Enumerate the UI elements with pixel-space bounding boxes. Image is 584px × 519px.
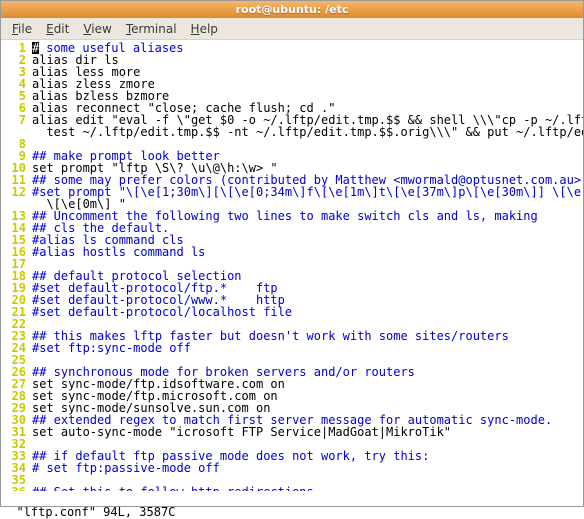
editor-line: test ~/.lftp/edit.tmp.$$ -nt ~/.lftp/edi…: [0, 126, 584, 138]
menu-edit[interactable]: Edit: [40, 20, 75, 38]
line-number: 8: [0, 138, 32, 150]
line-number: 6: [0, 102, 32, 114]
editor-line: 31set auto-sync-mode "icrosoft FTP Servi…: [0, 426, 584, 438]
line-number: [0, 126, 32, 138]
line-text: # set ftp:passive-mode off: [32, 462, 220, 474]
line-number: 1: [0, 42, 32, 54]
line-text: #set ftp:sync-mode off: [32, 342, 191, 354]
menu-terminal[interactable]: Terminal: [120, 20, 183, 38]
editor-area[interactable]: 1# some useful aliases2alias dir ls3alia…: [0, 40, 584, 491]
line-number: 12: [0, 186, 32, 198]
menu-view[interactable]: View: [77, 20, 117, 38]
editor-line: 34# set ftp:passive-mode off: [0, 462, 584, 474]
line-text: #set default-protocol/localhost file: [32, 306, 292, 318]
line-number: 4: [0, 78, 32, 90]
line-number: 5: [0, 90, 32, 102]
menu-help[interactable]: Help: [185, 20, 224, 38]
window-title: root@ubuntu: /etc: [236, 3, 349, 16]
line-number: 2: [0, 54, 32, 66]
menubar: File Edit View Terminal Help: [0, 18, 584, 40]
line-text: #alias hostls command ls: [32, 246, 205, 258]
line-number: 3: [0, 66, 32, 78]
window-titlebar: root@ubuntu: /etc: [0, 0, 584, 18]
status-text: "lftp.conf" 94L, 3587C: [16, 505, 175, 519]
line-text: set auto-sync-mode "icrosoft FTP Service…: [32, 426, 451, 438]
menu-file[interactable]: File: [6, 20, 38, 38]
editor-line: 24#set ftp:sync-mode off: [0, 342, 584, 354]
line-number: 7: [0, 114, 32, 126]
line-text: test ~/.lftp/edit.tmp.$$ -nt ~/.lftp/edi…: [32, 126, 584, 138]
editor-line: 16#alias hostls command ls: [0, 246, 584, 258]
editor-line: 21#set default-protocol/localhost file: [0, 306, 584, 318]
status-bar: "lftp.conf" 94L, 3587C: [0, 491, 584, 507]
